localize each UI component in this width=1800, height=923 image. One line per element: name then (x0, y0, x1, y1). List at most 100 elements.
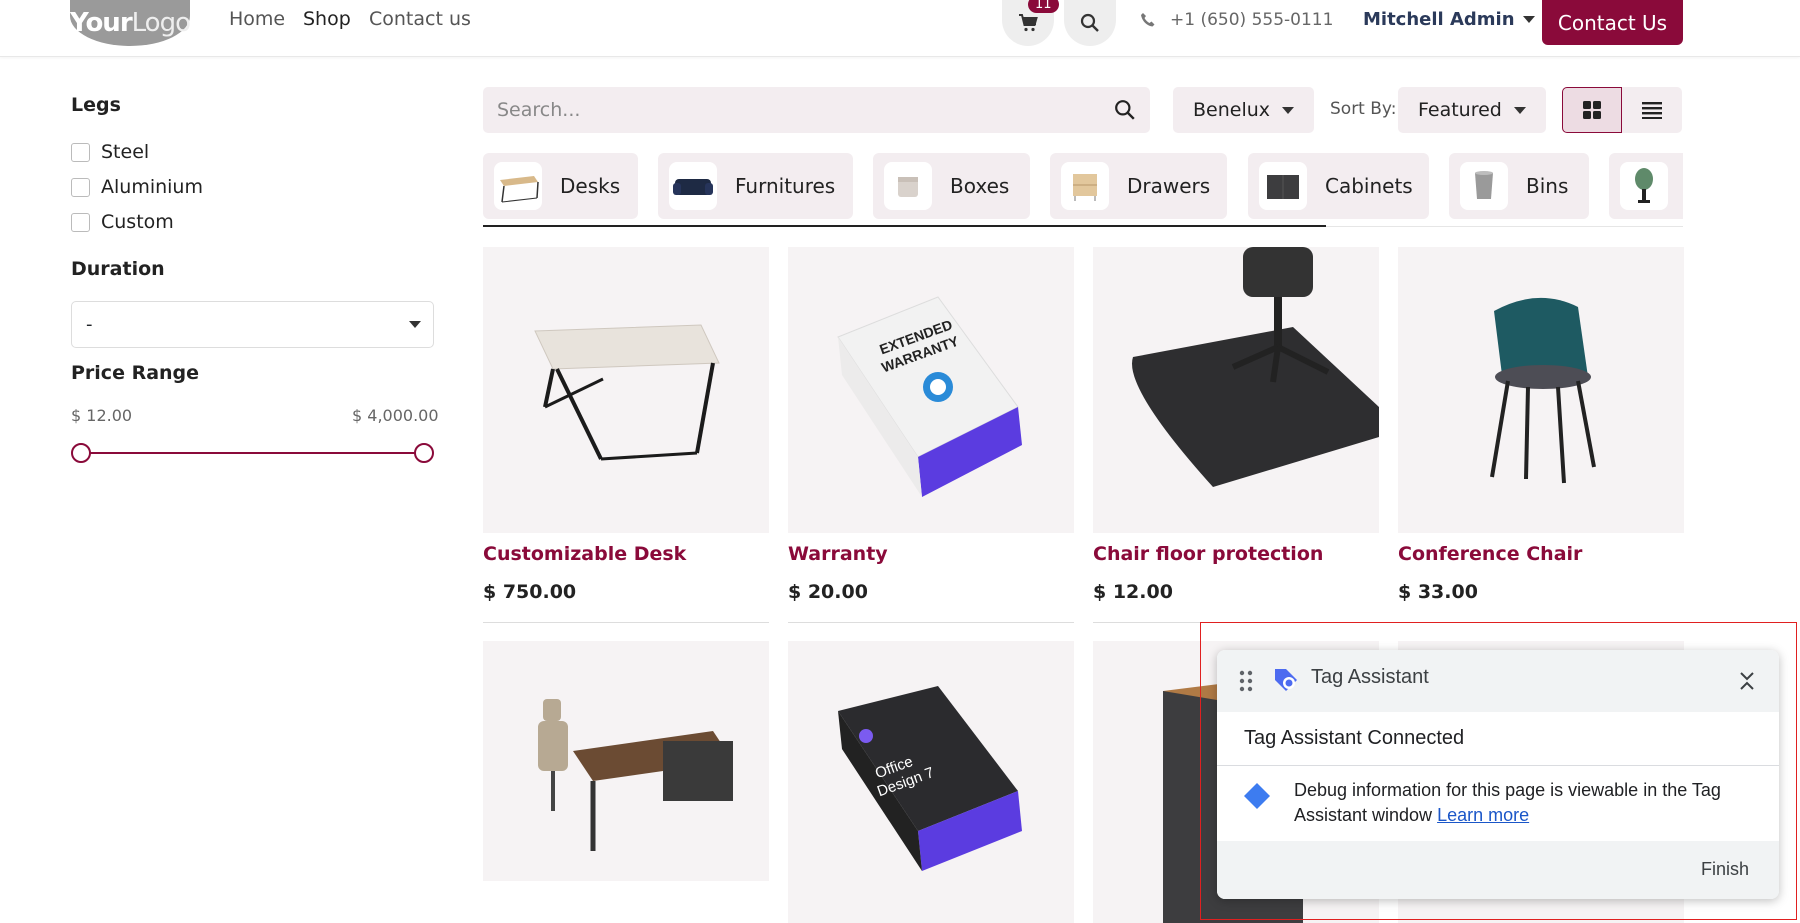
sort-dropdown[interactable]: Featured (1398, 87, 1546, 133)
search-icon[interactable] (1114, 99, 1136, 121)
legs-filter-title: Legs (71, 94, 121, 116)
category-furnitures[interactable]: Furnitures (658, 153, 853, 219)
category-lamps-partial[interactable] (1609, 153, 1683, 219)
list-view-button[interactable] (1622, 87, 1682, 133)
user-name: Mitchell Admin (1363, 9, 1515, 30)
search-button[interactable] (1064, 0, 1116, 46)
product-image-warranty[interactable]: EXTENDED WARRANTY (788, 247, 1074, 533)
pricelist-value: Benelux (1193, 99, 1271, 121)
learn-more-link[interactable]: Learn more (1437, 805, 1529, 825)
product-price: $ 12.00 (1093, 581, 1173, 603)
category-label: Boxes (950, 174, 1010, 198)
price-min-label: $ 12.00 (71, 406, 133, 425)
drawer-thumbnail (1061, 162, 1109, 210)
category-desks[interactable]: Desks (483, 153, 638, 219)
site-header: Your Logo Home Shop Contact us 11 +1 (650… (0, 0, 1800, 57)
legs-option-aluminium[interactable]: Aluminium (71, 176, 203, 198)
search-placeholder: Search... (497, 99, 581, 121)
category-label: Desks (560, 174, 621, 198)
tag-assistant-panel: Tag Assistant Tag Assistant Connected De… (1217, 650, 1779, 899)
cart-button[interactable]: 11 (1002, 0, 1059, 46)
phone-contact[interactable]: +1 (650) 555-0111 (1140, 10, 1333, 30)
tag-assistant-header: Tag Assistant (1217, 650, 1779, 712)
site-logo[interactable]: Your Logo (70, 0, 191, 46)
cart-count-badge: 11 (1028, 0, 1059, 13)
nav-shop[interactable]: Shop (303, 8, 351, 30)
checkbox[interactable] (71, 142, 90, 162)
chevron-down-icon (1513, 106, 1526, 114)
product-name[interactable]: Warranty (788, 543, 888, 565)
product-image-office-desk[interactable] (483, 641, 769, 881)
chevron-down-icon (1282, 106, 1295, 114)
legs-option-custom[interactable]: Custom (71, 211, 174, 233)
category-bins[interactable]: Bins (1449, 153, 1589, 219)
checkbox[interactable] (71, 177, 90, 197)
duration-value: - (86, 314, 93, 335)
category-boxes[interactable]: Boxes (873, 153, 1030, 219)
divider (1217, 765, 1779, 766)
connection-status: Tag Assistant Connected (1244, 727, 1465, 749)
category-drawers[interactable]: Drawers (1050, 153, 1227, 219)
logo-text-bold: Your (70, 8, 133, 38)
tag-assistant-title: Tag Assistant (1311, 666, 1429, 688)
divider (788, 622, 1074, 623)
duration-filter-title: Duration (71, 258, 165, 280)
grid-view-button[interactable] (1562, 87, 1622, 133)
product-price: $ 750.00 (483, 581, 577, 603)
grid-icon (1583, 101, 1601, 119)
price-range-track (81, 452, 424, 454)
drag-handle-icon[interactable] (1239, 670, 1253, 692)
duration-select[interactable]: - (71, 301, 434, 348)
category-scrollbar[interactable] (483, 225, 1326, 227)
divider (483, 622, 769, 623)
bin-thumbnail (1460, 162, 1508, 210)
option-label: Steel (101, 141, 150, 163)
sort-value: Featured (1418, 99, 1502, 121)
price-range-title: Price Range (71, 362, 200, 384)
category-label: Bins (1526, 174, 1569, 198)
product-image-desk[interactable] (483, 247, 769, 533)
finish-button[interactable]: Finish (1701, 859, 1749, 880)
nav-contact[interactable]: Contact us (369, 8, 471, 30)
option-label: Aluminium (101, 176, 203, 198)
logo-text-light: Logo (131, 8, 191, 38)
chevron-down-icon (409, 321, 421, 328)
nav-home[interactable]: Home (229, 8, 285, 30)
diamond-info-icon (1244, 783, 1270, 809)
lamp-thumbnail (1620, 162, 1668, 210)
price-min-handle[interactable] (71, 443, 91, 463)
tag-assistant-footer: Finish (1217, 841, 1779, 899)
collapse-icon[interactable] (1739, 670, 1755, 692)
product-search-input[interactable]: Search... (483, 87, 1150, 133)
cabinet-thumbnail (1259, 162, 1307, 210)
chevron-down-icon (1522, 16, 1535, 23)
category-cabinets[interactable]: Cabinets (1248, 153, 1429, 219)
product-name[interactable]: Conference Chair (1398, 543, 1582, 565)
search-icon (1080, 13, 1099, 32)
product-image-office-design[interactable]: Office Design 7 (788, 641, 1074, 923)
cart-icon (1019, 14, 1038, 32)
desk-thumbnail (494, 162, 542, 210)
contact-us-button[interactable]: Contact Us (1542, 0, 1683, 45)
product-price: $ 20.00 (788, 581, 868, 603)
product-price: $ 33.00 (1398, 581, 1478, 603)
product-image-floor-protection[interactable] (1093, 247, 1379, 533)
option-label: Custom (101, 211, 174, 233)
sort-label: Sort By: (1330, 99, 1397, 119)
user-menu[interactable]: Mitchell Admin (1363, 9, 1535, 30)
legs-option-steel[interactable]: Steel (71, 141, 149, 163)
category-label: Cabinets (1325, 174, 1413, 198)
product-image-conference-chair[interactable] (1398, 247, 1684, 533)
price-max-handle[interactable] (414, 443, 434, 463)
checkbox[interactable] (71, 212, 90, 232)
phone-icon (1141, 13, 1155, 27)
box-thumbnail (884, 162, 932, 210)
product-name[interactable]: Chair floor protection (1093, 543, 1323, 565)
debug-message: Debug information for this page is viewa… (1294, 778, 1754, 828)
list-icon (1642, 102, 1662, 119)
pricelist-dropdown[interactable]: Benelux (1173, 87, 1315, 133)
price-max-label: $ 4,000.00 (352, 406, 439, 425)
phone-number: +1 (650) 555-0111 (1170, 10, 1334, 30)
tag-assistant-logo-icon (1275, 669, 1297, 691)
product-name[interactable]: Customizable Desk (483, 543, 686, 565)
